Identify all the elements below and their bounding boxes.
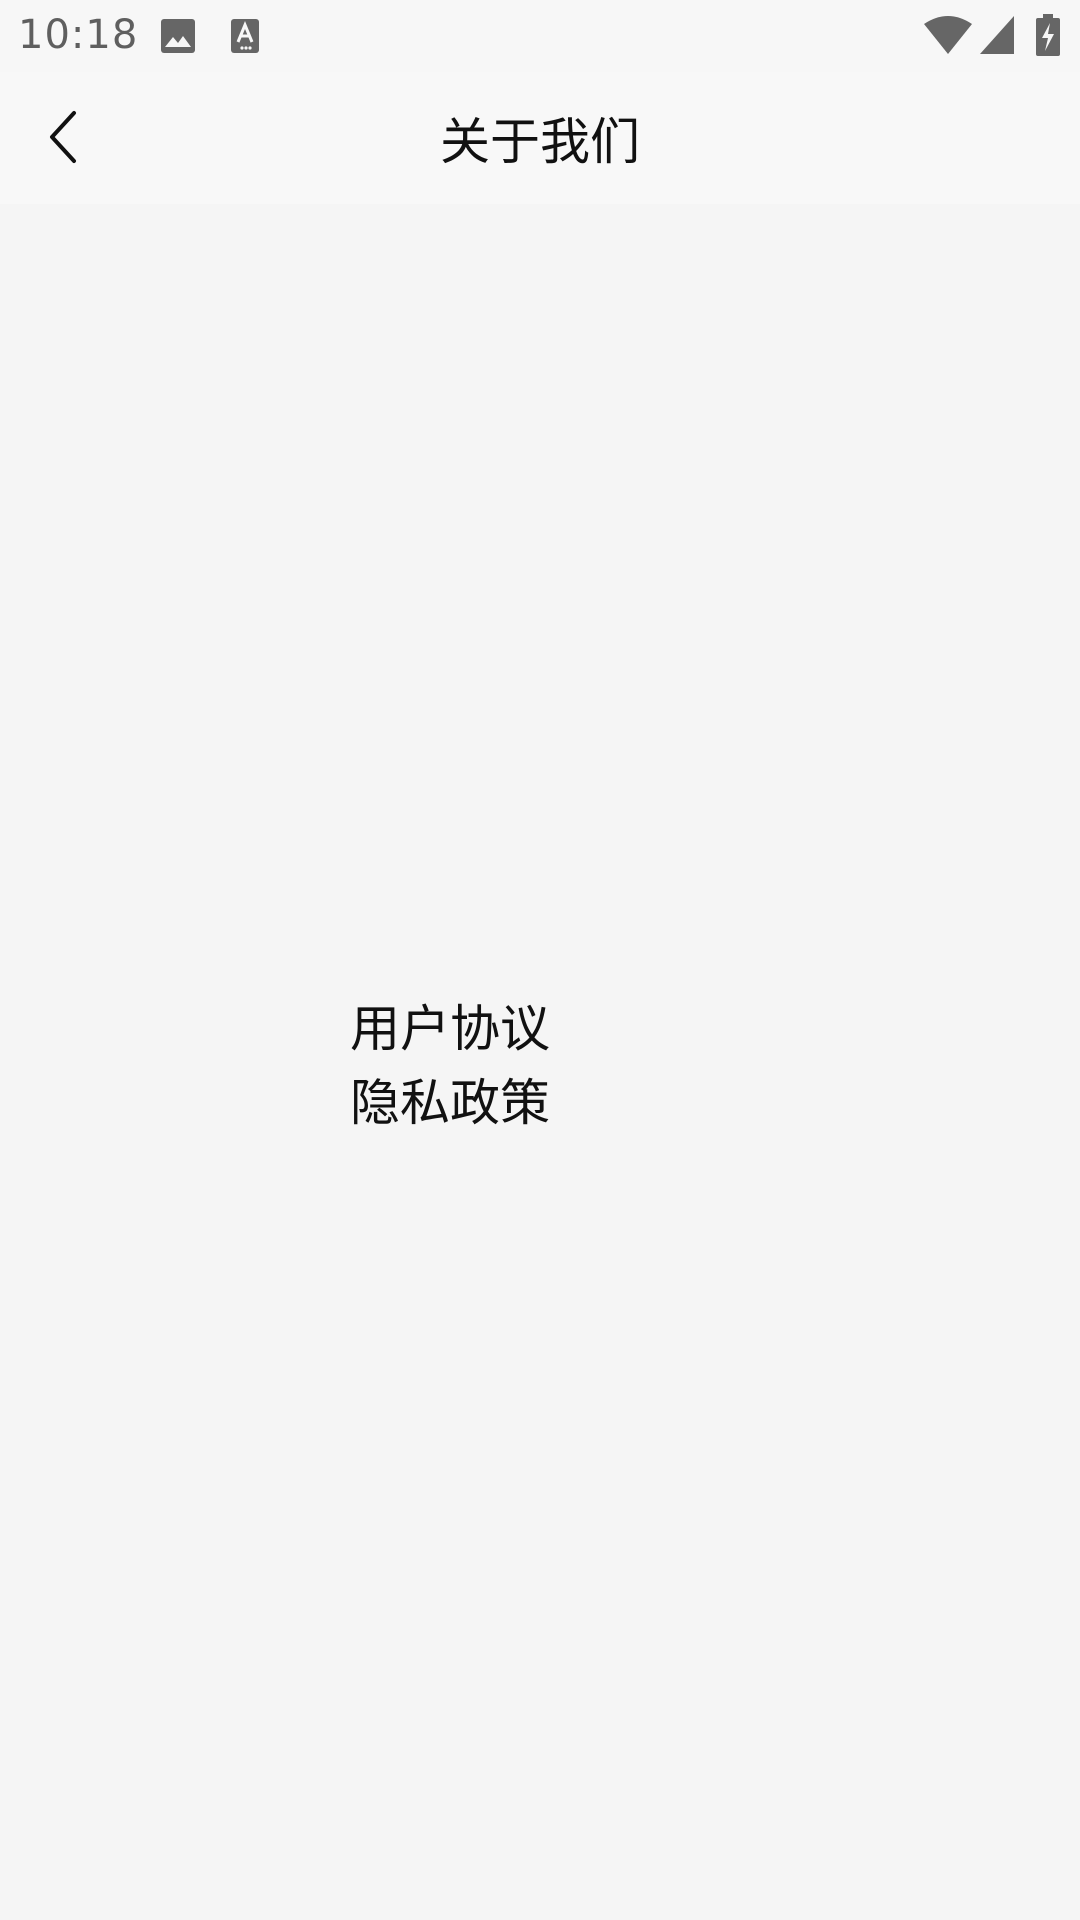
back-button[interactable] [20, 94, 110, 184]
status-time: 10:18 [18, 12, 139, 58]
cell-signal-icon [980, 16, 1014, 58]
page-title-container: 关于我们 [0, 72, 1080, 204]
image-notification-icon [160, 18, 196, 58]
status-bar: 10:18 [0, 0, 1080, 72]
text-notification-icon [230, 18, 260, 58]
privacy-policy-link[interactable]: 隐私政策 [350, 1066, 550, 1140]
battery-charging-icon [1036, 14, 1060, 60]
chevron-left-icon [40, 107, 90, 171]
page-title: 关于我们 [440, 113, 640, 171]
user-agreement-link[interactable]: 用户协议 [350, 992, 550, 1066]
toolbar: 关于我们 [0, 72, 1080, 204]
wifi-icon [924, 16, 972, 58]
links-list: 用户协议 隐私政策 [350, 992, 550, 1140]
about-us-screen: 10:18 关于我们 用户协议 隐私政策 [0, 0, 1080, 1920]
content-area: 用户协议 隐私政策 [0, 204, 1080, 1920]
